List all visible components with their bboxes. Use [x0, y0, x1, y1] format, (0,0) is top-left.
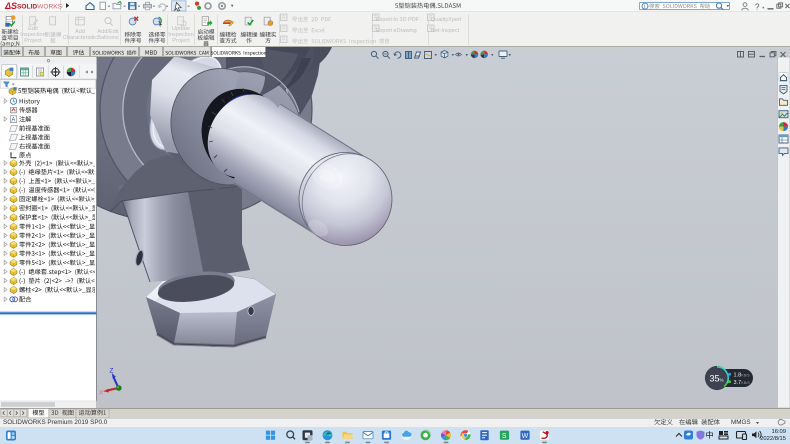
svg-text:S: S [502, 433, 507, 440]
svg-text:A: A [11, 118, 15, 124]
svg-text:X: X [99, 391, 103, 397]
svg-text:Z: Z [110, 368, 114, 375]
svg-text:W: W [522, 433, 529, 440]
